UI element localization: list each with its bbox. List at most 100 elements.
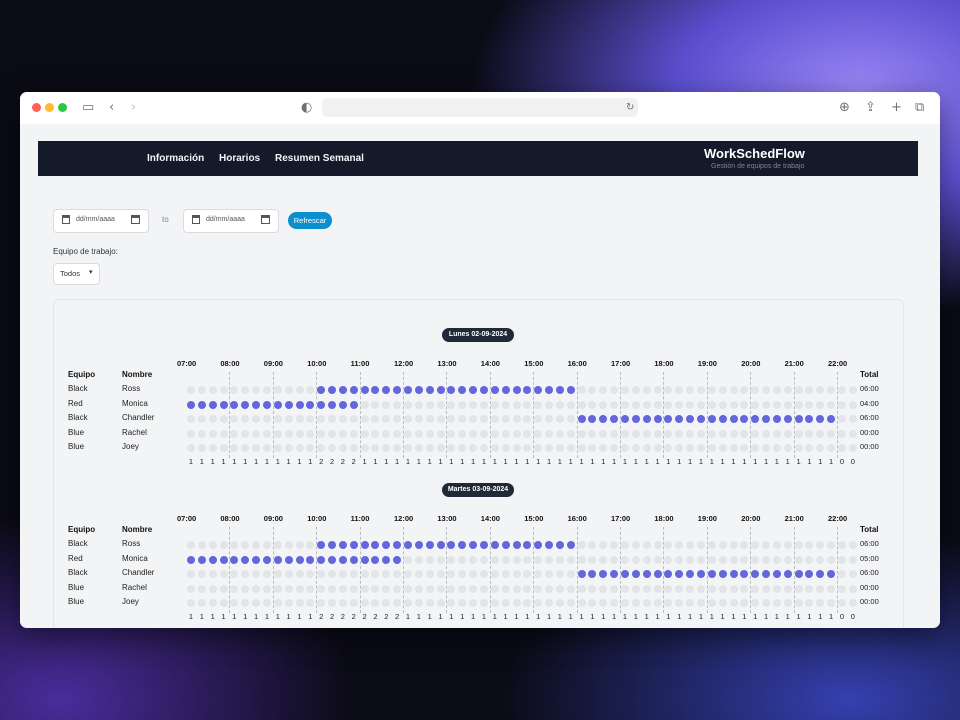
empty-slot[interactable] bbox=[230, 570, 239, 578]
empty-slot[interactable] bbox=[772, 444, 781, 452]
empty-slot[interactable] bbox=[284, 570, 293, 578]
empty-slot[interactable] bbox=[686, 429, 695, 438]
scheduled-slot[interactable] bbox=[577, 415, 586, 423]
empty-slot[interactable] bbox=[816, 444, 825, 452]
empty-slot[interactable] bbox=[447, 400, 456, 409]
empty-slot[interactable] bbox=[523, 570, 532, 578]
empty-slot[interactable] bbox=[273, 415, 282, 423]
scheduled-slot[interactable] bbox=[425, 541, 434, 549]
empty-slot[interactable] bbox=[577, 386, 586, 394]
empty-slot[interactable] bbox=[599, 386, 608, 394]
empty-slot[interactable] bbox=[523, 555, 532, 564]
empty-slot[interactable] bbox=[393, 444, 402, 452]
empty-slot[interactable] bbox=[404, 415, 412, 423]
empty-slot[interactable] bbox=[360, 584, 369, 593]
empty-slot[interactable] bbox=[273, 584, 282, 593]
empty-slot[interactable] bbox=[621, 541, 629, 549]
empty-slot[interactable] bbox=[664, 386, 673, 394]
empty-slot[interactable] bbox=[469, 599, 478, 607]
empty-slot[interactable] bbox=[414, 400, 423, 409]
empty-slot[interactable] bbox=[566, 570, 575, 578]
empty-slot[interactable] bbox=[262, 584, 271, 593]
scheduled-slot[interactable] bbox=[328, 541, 337, 549]
empty-slot[interactable] bbox=[762, 400, 771, 409]
empty-slot[interactable] bbox=[577, 400, 586, 409]
nav-horarios[interactable]: Horarios bbox=[219, 153, 260, 164]
empty-slot[interactable] bbox=[707, 429, 716, 438]
empty-slot[interactable] bbox=[642, 584, 651, 593]
empty-slot[interactable] bbox=[262, 541, 271, 549]
empty-slot[interactable] bbox=[479, 415, 488, 423]
empty-slot[interactable] bbox=[599, 444, 608, 452]
empty-slot[interactable] bbox=[230, 541, 239, 549]
empty-slot[interactable] bbox=[827, 429, 836, 438]
empty-slot[interactable] bbox=[566, 555, 575, 564]
scheduled-slot[interactable] bbox=[317, 386, 326, 394]
empty-slot[interactable] bbox=[295, 541, 304, 549]
empty-slot[interactable] bbox=[718, 444, 727, 452]
empty-slot[interactable] bbox=[827, 541, 836, 549]
empty-slot[interactable] bbox=[306, 429, 315, 438]
empty-slot[interactable] bbox=[501, 429, 510, 438]
empty-slot[interactable] bbox=[295, 584, 304, 593]
privacy-shield-icon[interactable]: ◐ bbox=[301, 98, 312, 118]
empty-slot[interactable] bbox=[794, 386, 803, 394]
empty-slot[interactable] bbox=[328, 599, 337, 607]
empty-slot[interactable] bbox=[425, 570, 434, 578]
scheduled-slot[interactable] bbox=[653, 570, 662, 578]
scheduled-slot[interactable] bbox=[328, 555, 337, 564]
empty-slot[interactable] bbox=[371, 444, 380, 452]
scheduled-slot[interactable] bbox=[512, 541, 521, 549]
empty-slot[interactable] bbox=[696, 555, 705, 564]
empty-slot[interactable] bbox=[555, 429, 564, 438]
empty-slot[interactable] bbox=[805, 444, 814, 452]
tabs-overview-icon[interactable]: ⧉ bbox=[915, 98, 924, 118]
scheduled-slot[interactable] bbox=[187, 400, 195, 409]
scheduled-slot[interactable] bbox=[718, 415, 727, 423]
empty-slot[interactable] bbox=[490, 444, 499, 452]
empty-slot[interactable] bbox=[371, 400, 380, 409]
empty-slot[interactable] bbox=[675, 599, 684, 607]
scheduled-slot[interactable] bbox=[762, 415, 771, 423]
empty-slot[interactable] bbox=[458, 429, 467, 438]
empty-slot[interactable] bbox=[197, 541, 206, 549]
empty-slot[interactable] bbox=[588, 386, 597, 394]
empty-slot[interactable] bbox=[360, 444, 369, 452]
empty-slot[interactable] bbox=[523, 584, 532, 593]
scheduled-slot[interactable] bbox=[751, 415, 760, 423]
empty-slot[interactable] bbox=[696, 584, 705, 593]
empty-slot[interactable] bbox=[187, 415, 195, 423]
empty-slot[interactable] bbox=[414, 599, 423, 607]
empty-slot[interactable] bbox=[241, 415, 250, 423]
scheduled-slot[interactable] bbox=[371, 386, 380, 394]
empty-slot[interactable] bbox=[469, 584, 478, 593]
empty-slot[interactable] bbox=[729, 599, 738, 607]
empty-slot[interactable] bbox=[295, 429, 304, 438]
empty-slot[interactable] bbox=[794, 599, 803, 607]
empty-slot[interactable] bbox=[838, 415, 846, 423]
empty-slot[interactable] bbox=[621, 599, 629, 607]
empty-slot[interactable] bbox=[371, 584, 380, 593]
empty-slot[interactable] bbox=[382, 400, 391, 409]
empty-slot[interactable] bbox=[241, 599, 250, 607]
empty-slot[interactable] bbox=[729, 541, 738, 549]
empty-slot[interactable] bbox=[816, 599, 825, 607]
empty-slot[interactable] bbox=[404, 555, 412, 564]
scheduled-slot[interactable] bbox=[360, 541, 369, 549]
scheduled-slot[interactable] bbox=[469, 386, 478, 394]
scheduled-slot[interactable] bbox=[328, 400, 337, 409]
empty-slot[interactable] bbox=[729, 386, 738, 394]
scheduled-slot[interactable] bbox=[621, 570, 629, 578]
empty-slot[interactable] bbox=[479, 555, 488, 564]
scheduled-slot[interactable] bbox=[479, 386, 488, 394]
empty-slot[interactable] bbox=[740, 429, 749, 438]
empty-slot[interactable] bbox=[599, 400, 608, 409]
empty-slot[interactable] bbox=[816, 429, 825, 438]
empty-slot[interactable] bbox=[262, 444, 271, 452]
empty-slot[interactable] bbox=[827, 584, 836, 593]
scheduled-slot[interactable] bbox=[252, 555, 261, 564]
empty-slot[interactable] bbox=[328, 415, 337, 423]
empty-slot[interactable] bbox=[588, 429, 597, 438]
empty-slot[interactable] bbox=[783, 400, 792, 409]
empty-slot[interactable] bbox=[772, 555, 781, 564]
